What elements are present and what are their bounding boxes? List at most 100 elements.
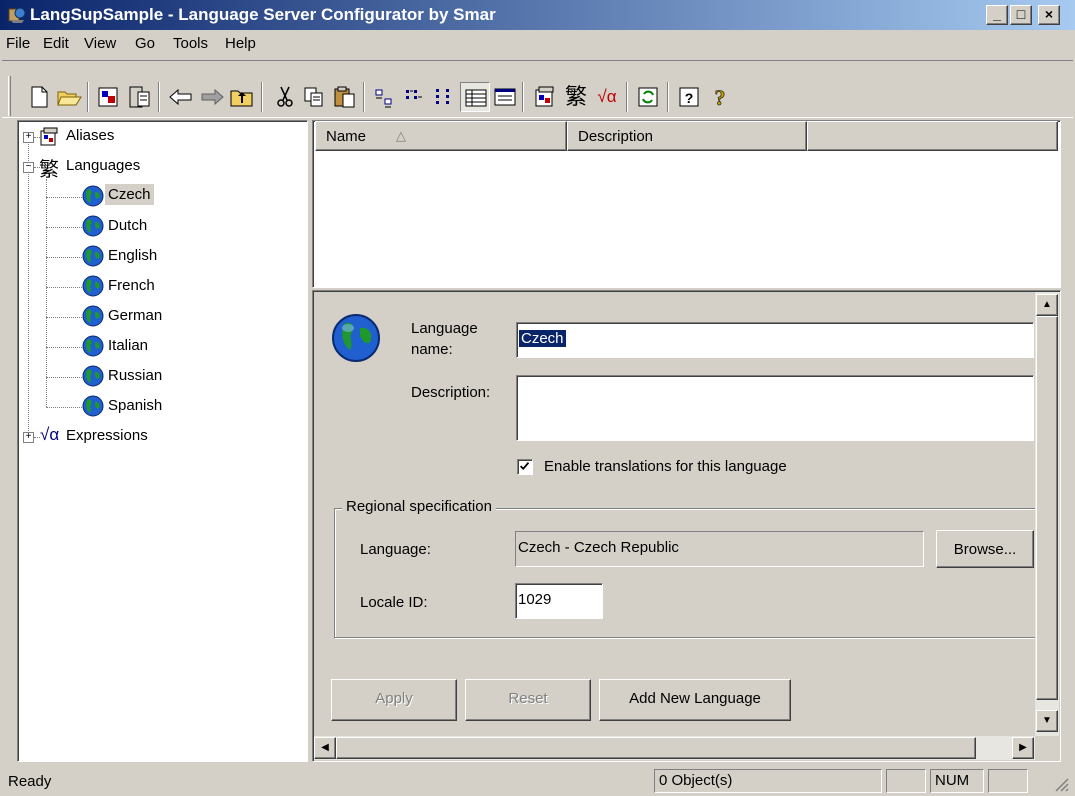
scroll-down-button[interactable]: ▼: [1036, 710, 1058, 732]
add-new-language-button-label: Add New Language: [629, 690, 761, 707]
enable-translations-checkbox[interactable]: [517, 459, 533, 475]
scroll-up-button[interactable]: ▲: [1036, 294, 1058, 316]
tree-item-label: English: [108, 247, 158, 264]
browse-button[interactable]: Browse...: [936, 530, 1034, 568]
tree-line: [46, 257, 82, 258]
horizontal-scroll-thumb[interactable]: [336, 737, 976, 759]
collapse-icon[interactable]: −: [23, 162, 34, 173]
window-title: LangSupSample - Language Server Configur…: [30, 5, 496, 24]
column-header-description[interactable]: Description: [567, 121, 807, 151]
languages-icon[interactable]: 繁: [561, 82, 591, 112]
menu-view[interactable]: View: [84, 35, 116, 52]
tree-item-expressions[interactable]: + √α Expressions: [18, 423, 238, 449]
menu-tools[interactable]: Tools: [173, 35, 208, 52]
server-icon[interactable]: [124, 82, 154, 112]
alias-icon: [40, 127, 58, 146]
vertical-scroll-thumb[interactable]: [1036, 316, 1058, 700]
title-bar[interactable]: LangSupSample - Language Server Configur…: [0, 0, 1075, 30]
language-label: Language:: [360, 541, 431, 558]
tree-line: [46, 347, 82, 348]
column-header-label: Name: [326, 128, 367, 145]
tree-item-aliases[interactable]: + Aliases: [18, 123, 218, 149]
alias-icon[interactable]: [530, 82, 560, 112]
tree-line: [46, 377, 82, 378]
tree-item-german[interactable]: German: [18, 303, 218, 329]
scroll-corner: [1035, 736, 1059, 760]
add-new-language-button[interactable]: Add New Language: [599, 679, 791, 721]
column-header-name[interactable]: Name △: [315, 121, 567, 151]
expand-icon[interactable]: +: [23, 432, 34, 443]
tree-view[interactable]: + Aliases − 繁 Languages Czech Dutch Englis…: [17, 120, 308, 762]
tree-item-label: French: [108, 277, 155, 294]
report-icon[interactable]: [490, 82, 520, 112]
tree-item-label: Spanish: [108, 397, 163, 414]
tree-item-label: Languages: [66, 157, 141, 174]
tree-item-russian[interactable]: Russian: [18, 363, 218, 389]
back-arrow-icon[interactable]: [166, 82, 196, 112]
up-folder-icon[interactable]: [227, 82, 257, 112]
whats-this-icon[interactable]: ?: [705, 82, 735, 112]
large-icons-icon[interactable]: [370, 82, 400, 112]
tree-item-label: Aliases: [66, 127, 115, 144]
tree-item-italian[interactable]: Italian: [18, 333, 218, 359]
minimize-button[interactable]: _: [986, 5, 1008, 25]
maximize-button[interactable]: □: [1010, 5, 1032, 25]
globe-icon: [82, 335, 104, 357]
apply-button[interactable]: Apply: [331, 679, 457, 721]
status-object-count: 0 Object(s): [654, 769, 882, 793]
small-icons-icon[interactable]: [400, 82, 430, 112]
toolbar-separator: [363, 82, 365, 112]
toolbar-separator: [158, 82, 160, 112]
menu-help[interactable]: Help: [225, 35, 256, 52]
new-icon[interactable]: [24, 82, 54, 112]
scroll-right-button[interactable]: ▶: [1012, 737, 1034, 759]
tree-item-english[interactable]: English: [18, 243, 218, 269]
tree-item-dutch[interactable]: Dutch: [18, 213, 218, 239]
toolbar-separator: [667, 82, 669, 112]
menu-go[interactable]: Go: [135, 35, 155, 52]
resize-grip-icon[interactable]: [1052, 775, 1070, 793]
list-icon[interactable]: [430, 82, 460, 112]
expand-icon[interactable]: +: [23, 132, 34, 143]
column-header-label: Description: [578, 128, 654, 145]
reset-button[interactable]: Reset: [465, 679, 591, 721]
tree-line: [46, 227, 82, 228]
apply-button-label: Apply: [375, 690, 413, 707]
expressions-icon[interactable]: √α: [592, 82, 622, 112]
tree-item-czech[interactable]: Czech: [18, 183, 218, 209]
regional-specification-group: [334, 508, 1048, 638]
description-input[interactable]: [516, 375, 1034, 441]
close-button[interactable]: ×: [1038, 5, 1060, 25]
globe-icon: [332, 314, 380, 362]
menu-edit[interactable]: Edit: [43, 35, 69, 52]
properties-icon[interactable]: [94, 82, 124, 112]
svg-text:?: ?: [685, 90, 694, 106]
tree-item-spanish[interactable]: Spanish: [18, 393, 218, 419]
forward-arrow-icon[interactable]: [197, 82, 227, 112]
tree-item-languages[interactable]: − 繁 Languages: [18, 153, 218, 181]
enable-translations-label[interactable]: Enable translations for this language: [544, 458, 787, 475]
language-name-input[interactable]: Czech: [516, 322, 1034, 358]
toolbar-separator: [626, 82, 628, 112]
languages-icon: 繁: [39, 159, 59, 181]
toolbar-grip[interactable]: [8, 76, 11, 116]
help-icon[interactable]: ?: [674, 82, 704, 112]
reset-button-label: Reset: [508, 690, 548, 707]
tree-item-french[interactable]: French: [18, 273, 218, 299]
cut-icon[interactable]: [270, 82, 300, 112]
locale-id-input[interactable]: 1029: [515, 583, 603, 619]
app-icon[interactable]: [8, 6, 26, 24]
copy-icon[interactable]: [299, 82, 329, 112]
globe-icon: [82, 365, 104, 387]
list-view[interactable]: Name △ Description: [312, 120, 1061, 288]
scroll-left-button[interactable]: ◀: [314, 737, 336, 759]
menu-file[interactable]: File: [6, 35, 30, 52]
tree-line: [46, 407, 82, 408]
details-icon[interactable]: [460, 82, 490, 112]
open-icon[interactable]: [54, 82, 84, 112]
refresh-icon[interactable]: [633, 82, 663, 112]
locale-id-label: Locale ID:: [360, 594, 428, 611]
paste-icon[interactable]: [330, 82, 360, 112]
tree-line: [46, 317, 82, 318]
globe-icon: [82, 185, 104, 207]
